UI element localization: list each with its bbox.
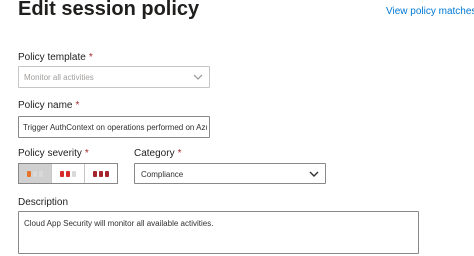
required-marker: * xyxy=(177,148,182,159)
policy-name-input[interactable]: Trigger AuthContext on operations perfor… xyxy=(18,116,210,138)
policy-name-label: Policy name * xyxy=(18,100,80,111)
severity-bar xyxy=(33,170,37,177)
severity-bar xyxy=(93,170,97,177)
chevron-down-icon xyxy=(309,171,319,177)
severity-bar xyxy=(27,170,31,177)
category-dropdown[interactable]: Compliance xyxy=(134,163,326,184)
policy-name-value: Trigger AuthContext on operations perfor… xyxy=(23,123,207,132)
description-textarea[interactable]: Cloud App Security will monitor all avai… xyxy=(18,211,419,254)
severity-bar xyxy=(60,170,64,177)
description-value: Cloud App Security will monitor all avai… xyxy=(24,219,214,228)
severity-high-button[interactable] xyxy=(85,164,117,183)
severity-bar xyxy=(72,170,76,177)
policy-template-dropdown[interactable]: Monitor all activities xyxy=(18,66,210,88)
severity-bar xyxy=(105,170,109,177)
view-policy-matches-link[interactable]: View policy matches ( xyxy=(386,6,474,17)
severity-selector xyxy=(18,163,118,184)
category-value: Compliance xyxy=(141,170,184,179)
chevron-down-icon xyxy=(193,74,203,80)
policy-template-label: Policy template * xyxy=(18,52,93,63)
category-label: Category * xyxy=(134,148,182,159)
policy-severity-label: Policy severity * xyxy=(18,148,89,159)
page-title: Edit session policy xyxy=(18,0,200,20)
severity-bar xyxy=(99,170,103,177)
required-marker: * xyxy=(75,100,80,111)
severity-low-button[interactable] xyxy=(19,164,52,183)
required-marker: * xyxy=(88,52,93,63)
severity-bar xyxy=(39,170,43,177)
policy-template-value: Monitor all activities xyxy=(24,73,94,82)
severity-medium-button[interactable] xyxy=(52,164,85,183)
required-marker: * xyxy=(84,148,89,159)
description-label: Description xyxy=(18,197,69,208)
severity-bar xyxy=(66,170,70,177)
